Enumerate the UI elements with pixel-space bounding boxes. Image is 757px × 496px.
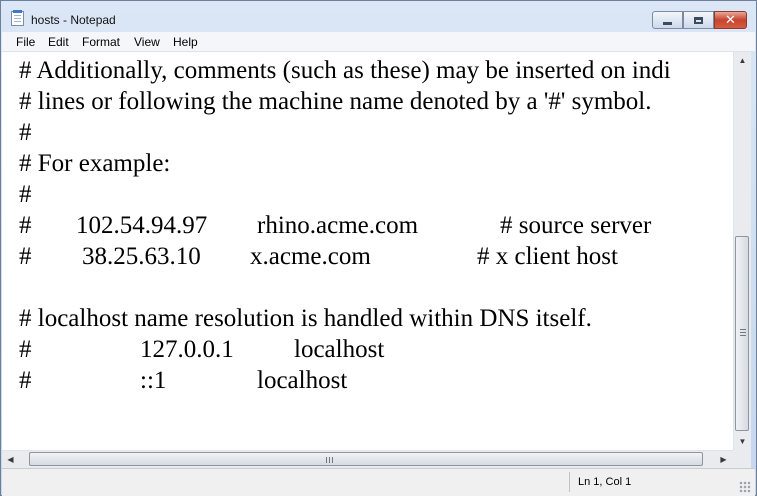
hash-mark: # bbox=[19, 212, 32, 239]
ip-address: 38.25.63.10 bbox=[82, 243, 201, 270]
hash-mark: # bbox=[19, 367, 32, 394]
text-line: # For example: bbox=[19, 150, 171, 177]
hash-mark: # bbox=[19, 336, 32, 363]
text-line: # Additionally, comments (such as these)… bbox=[19, 57, 671, 84]
host-name: x.acme.com bbox=[250, 243, 371, 270]
status-divider bbox=[569, 472, 570, 492]
horizontal-scroll-thumb[interactable] bbox=[29, 452, 703, 466]
minimize-icon bbox=[663, 21, 672, 25]
close-button[interactable]: ✕ bbox=[714, 11, 747, 29]
resize-grip-icon[interactable] bbox=[739, 481, 751, 493]
maximize-button[interactable] bbox=[683, 11, 714, 29]
window-title: hosts - Notepad bbox=[31, 13, 116, 27]
grip-icon bbox=[740, 329, 746, 336]
close-icon: ✕ bbox=[725, 12, 736, 28]
scroll-right-icon[interactable]: ▶ bbox=[715, 451, 732, 468]
title-bar[interactable]: hosts - Notepad ✕ bbox=[1, 1, 756, 31]
host-comment: # x client host bbox=[477, 243, 618, 270]
menu-file[interactable]: File bbox=[16, 35, 35, 49]
minimize-button[interactable] bbox=[652, 11, 683, 29]
notepad-icon[interactable] bbox=[11, 10, 24, 26]
host-comment: # source server bbox=[500, 212, 652, 239]
host-name: rhino.acme.com bbox=[257, 212, 419, 239]
scroll-left-icon[interactable]: ◀ bbox=[2, 451, 19, 468]
host-name: localhost bbox=[257, 367, 348, 394]
vertical-scrollbar[interactable]: ▲ ▼ bbox=[733, 52, 751, 450]
host-name: localhost bbox=[294, 336, 385, 363]
text-line: # bbox=[19, 181, 32, 208]
scroll-down-icon[interactable]: ▼ bbox=[734, 433, 751, 450]
text-line: # ::1 localhost bbox=[19, 367, 719, 398]
menu-edit[interactable]: Edit bbox=[48, 35, 69, 49]
status-bar: Ln 1, Col 1 bbox=[2, 468, 755, 496]
text-line: # localhost name resolution is handled w… bbox=[19, 305, 592, 332]
text-line: # 102.54.94.97 rhino.acme.com # source s… bbox=[19, 212, 719, 243]
maximize-icon bbox=[694, 16, 703, 24]
scroll-up-icon[interactable]: ▲ bbox=[734, 52, 751, 69]
horizontal-scrollbar[interactable]: ◀ ▶ bbox=[2, 450, 733, 468]
ip-address: 127.0.0.1 bbox=[140, 336, 234, 363]
text-editor[interactable]: # Additionally, comments (such as these)… bbox=[2, 52, 733, 450]
hash-mark: # bbox=[19, 243, 32, 270]
grip-icon bbox=[326, 457, 333, 463]
text-line: # bbox=[19, 119, 32, 146]
menu-view[interactable]: View bbox=[134, 35, 160, 49]
menu-bar: File Edit Format View Help bbox=[2, 32, 755, 52]
menu-help[interactable]: Help bbox=[173, 35, 198, 49]
text-line: # lines or following the machine name de… bbox=[19, 88, 652, 115]
ip-address: 102.54.94.97 bbox=[76, 212, 208, 239]
cursor-position: Ln 1, Col 1 bbox=[578, 476, 632, 488]
ip-address: ::1 bbox=[140, 367, 167, 394]
scrollbar-corner bbox=[733, 450, 751, 468]
notepad-window: hosts - Notepad ✕ File Edit Format View … bbox=[0, 0, 757, 496]
vertical-scroll-thumb[interactable] bbox=[735, 236, 749, 431]
menu-format[interactable]: Format bbox=[82, 35, 120, 49]
text-line: # 38.25.63.10 x.acme.com # x client host bbox=[19, 243, 719, 274]
text-line: # 127.0.0.1 localhost bbox=[19, 336, 719, 367]
